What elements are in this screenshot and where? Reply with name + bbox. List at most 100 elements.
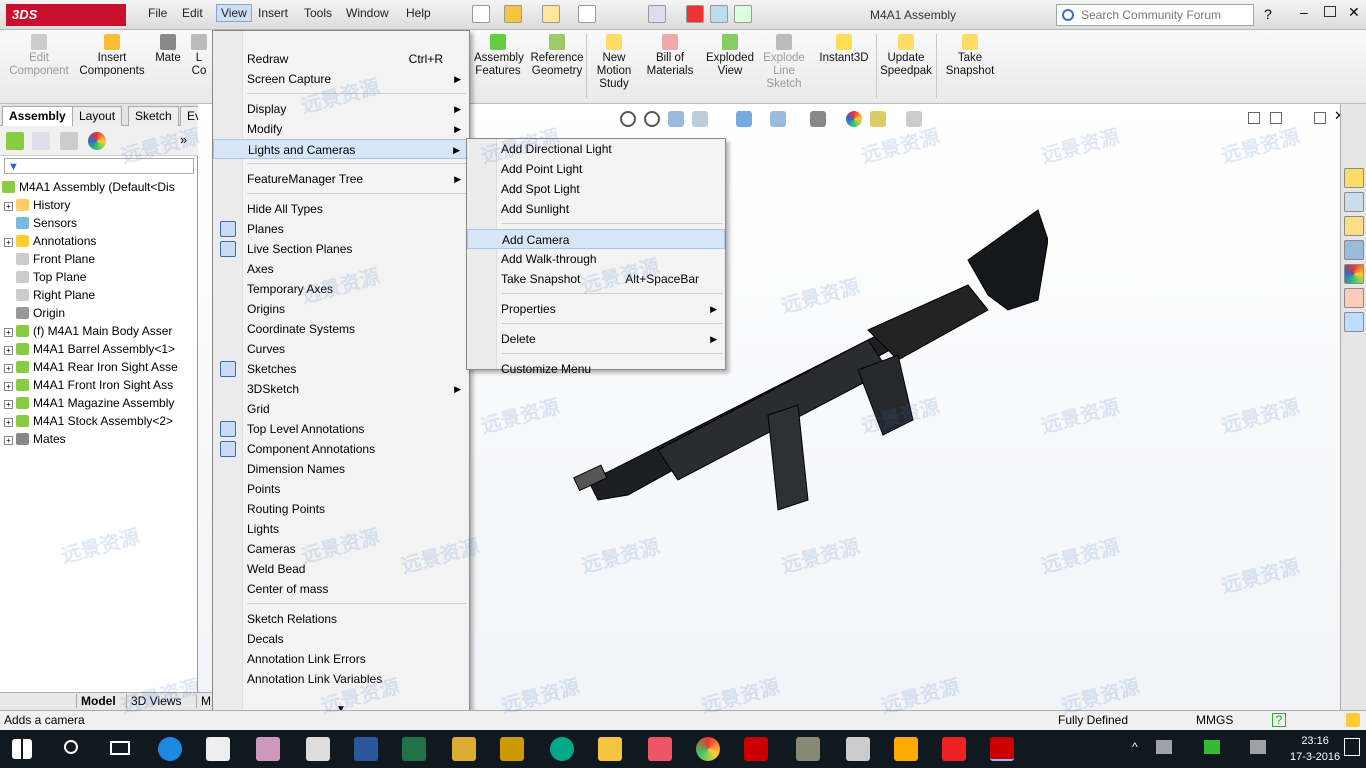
cmd-edit-component[interactable]: Edit Component: [4, 34, 74, 78]
traffic-light-icon[interactable]: [686, 5, 704, 23]
tree-item-sensors[interactable]: Sensors: [4, 214, 198, 232]
open-folder-icon[interactable]: [504, 5, 522, 23]
menu-tools[interactable]: Tools: [304, 6, 332, 20]
menu-item-live-section-planes[interactable]: Live Section Planes: [213, 239, 469, 259]
calculator-icon[interactable]: [306, 737, 330, 761]
expand-icon[interactable]: +: [4, 382, 13, 391]
menu-item-axes[interactable]: Axes: [213, 259, 469, 279]
custom-properties-icon[interactable]: [1344, 288, 1364, 308]
cmd-take-snapshot[interactable]: Take Snapshot: [940, 34, 1000, 78]
menu-item-annotation-link-variables[interactable]: Annotation Link Variables: [213, 669, 469, 689]
excel-icon[interactable]: [402, 737, 426, 761]
tray-expand-icon[interactable]: ^: [1132, 740, 1138, 754]
bottom-tab-3d-views[interactable]: 3D Views: [126, 694, 185, 708]
cmd-l-co[interactable]: L Co: [188, 34, 210, 78]
menu-item-component-annotations[interactable]: Component Annotations: [213, 439, 469, 459]
viewport-minimize-icon[interactable]: [1248, 112, 1260, 124]
menu-item-add-walk-through[interactable]: Add Walk-through: [467, 249, 725, 269]
menu-item-annotation-link-errors[interactable]: Annotation Link Errors: [213, 649, 469, 669]
store-icon[interactable]: [206, 737, 230, 761]
display-style-icon[interactable]: [810, 111, 826, 127]
menu-window[interactable]: Window: [346, 6, 389, 20]
zoom-to-fit-icon[interactable]: [620, 111, 636, 127]
menu-item-modify[interactable]: Modify ▶: [213, 119, 469, 139]
design-library-icon[interactable]: [1344, 192, 1364, 212]
save-icon[interactable]: [578, 5, 596, 23]
figure-app-icon[interactable]: [846, 737, 870, 761]
filter-field[interactable]: ▼: [4, 158, 194, 174]
menu-item-cameras[interactable]: Cameras: [213, 539, 469, 559]
gem-app-icon[interactable]: [942, 737, 966, 761]
menu-item-origins[interactable]: Origins: [213, 299, 469, 319]
e-app-icon[interactable]: [550, 737, 574, 761]
tree-item-right-plane[interactable]: Right Plane: [4, 286, 198, 304]
view-palette-icon[interactable]: [1344, 240, 1364, 260]
menu-item-add-sunlight[interactable]: Add Sunlight: [467, 199, 725, 219]
menu-item-screen-capture[interactable]: Screen Capture ▶: [213, 69, 469, 89]
tree-root[interactable]: M4A1 Assembly (Default<Dis: [2, 178, 175, 196]
vector-app-icon[interactable]: [894, 737, 918, 761]
solidworks-2015-icon[interactable]: [744, 737, 768, 761]
previous-view-icon[interactable]: [668, 111, 684, 127]
word-icon[interactable]: [354, 737, 378, 761]
expand-icon[interactable]: +: [4, 400, 13, 409]
rebuild-icon[interactable]: [710, 5, 728, 23]
notifications-icon[interactable]: [1344, 738, 1360, 756]
menu-file[interactable]: File: [148, 6, 167, 20]
tree-item-front-plane[interactable]: Front Plane: [4, 250, 198, 268]
viewport-restore-icon[interactable]: [1314, 112, 1326, 124]
close-icon[interactable]: ✕: [1348, 4, 1360, 21]
tree-item-origin[interactable]: Origin: [4, 304, 198, 322]
tree-item-m4a1-barrel-assembly-1[interactable]: + M4A1 Barrel Assembly<1>: [4, 340, 198, 358]
cmd-reference-geometry[interactable]: Reference Geometry: [526, 34, 588, 78]
configuration-manager-icon[interactable]: [60, 132, 78, 150]
print-icon[interactable]: [542, 5, 560, 23]
media-player-icon[interactable]: [648, 737, 672, 761]
menu-item-center-of-mass[interactable]: Center of mass: [213, 579, 469, 599]
menu-item-weld-bead[interactable]: Weld Bead: [213, 559, 469, 579]
expand-icon[interactable]: +: [4, 328, 13, 337]
options-icon[interactable]: [734, 5, 752, 23]
expand-icon[interactable]: +: [4, 364, 13, 373]
expand-icon[interactable]: +: [4, 436, 13, 445]
feature-tree-icon[interactable]: [6, 132, 24, 150]
expand-icon[interactable]: +: [4, 238, 13, 247]
drone-app-icon[interactable]: [452, 737, 476, 761]
menu-edit[interactable]: Edit: [182, 6, 203, 20]
tree-item-m4a1-rear-iron-sight-asse[interactable]: + M4A1 Rear Iron Sight Asse: [4, 358, 198, 376]
restore-icon[interactable]: [1324, 6, 1336, 17]
appearance-icon[interactable]: [88, 132, 106, 150]
menu-item-3dsketch[interactable]: 3DSketch ▶: [213, 379, 469, 399]
tree-item-m4a1-front-iron-sight-ass[interactable]: + M4A1 Front Iron Sight Ass: [4, 376, 198, 394]
menu-item-coordinate-systems[interactable]: Coordinate Systems: [213, 319, 469, 339]
search-taskbar-icon[interactable]: [64, 740, 78, 754]
cmd-insert-components[interactable]: Insert Components: [76, 34, 148, 78]
menu-view[interactable]: View: [216, 4, 252, 22]
drive-icon[interactable]: [1204, 740, 1220, 754]
volume-icon[interactable]: [1250, 740, 1266, 754]
menu-item-featuremanager-tree[interactable]: FeatureManager Tree ▶: [213, 169, 469, 189]
cmd-mate[interactable]: Mate: [150, 34, 186, 65]
apply-scene-icon[interactable]: [870, 111, 886, 127]
zoom-to-area-icon[interactable]: [644, 111, 660, 127]
task-view-icon[interactable]: [110, 741, 130, 755]
tree-item-m4a1-stock-assembly-2[interactable]: + M4A1 Stock Assembly<2>: [4, 412, 198, 430]
menu-item-routing-points[interactable]: Routing Points: [213, 499, 469, 519]
cmd-instant3d[interactable]: Instant3D: [816, 34, 872, 65]
minimize-icon[interactable]: –: [1300, 4, 1308, 20]
tree-item-top-plane[interactable]: Top Plane: [4, 268, 198, 286]
menu-item-properties[interactable]: Properties ▶: [467, 299, 725, 319]
section-view-icon[interactable]: [692, 111, 708, 127]
edit-appearance-icon[interactable]: [846, 111, 862, 127]
forum-icon[interactable]: [1344, 312, 1364, 332]
network-icon[interactable]: [1156, 740, 1172, 754]
menu-item-customize-menu[interactable]: Customize Menu: [467, 359, 725, 379]
menu-item-add-camera[interactable]: Add Camera: [467, 229, 725, 249]
menu-item-decals[interactable]: Decals: [213, 629, 469, 649]
menu-insert[interactable]: Insert: [258, 6, 288, 20]
expand-icon[interactable]: +: [4, 202, 13, 211]
help-icon[interactable]: ?: [1264, 6, 1272, 22]
tree-item-annotations[interactable]: + Annotations: [4, 232, 198, 250]
cmd-explode-line-sketch[interactable]: Explode Line Sketch: [760, 34, 808, 91]
file-explorer-taskbar-icon[interactable]: [598, 737, 622, 761]
